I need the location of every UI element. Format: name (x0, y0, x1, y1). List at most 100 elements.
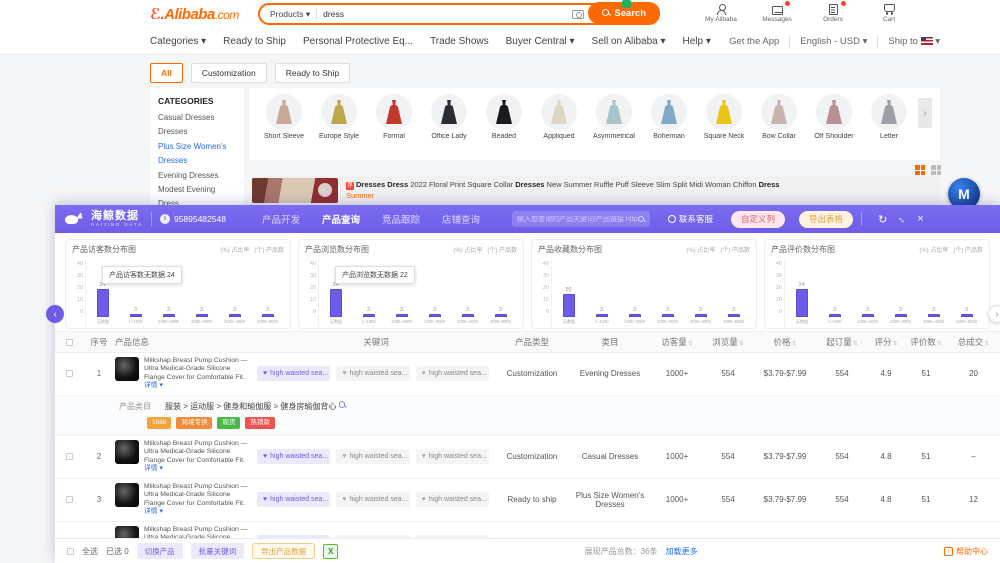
expand-icon[interactable]: ↔ (895, 212, 910, 227)
product-image[interactable] (115, 357, 139, 381)
carousel-item[interactable]: Office Lady (423, 94, 475, 140)
batch-keywords-button[interactable]: 批量关键词 (190, 543, 245, 559)
table-row[interactable]: 1 Milkshap Breast Pump Cushion — Ultra M… (55, 353, 1000, 396)
nav-item[interactable]: Categories ▾ (150, 36, 206, 47)
cart-button[interactable]: Cart (868, 1, 910, 23)
select-all-label[interactable]: 全选 (82, 546, 98, 557)
cell-rating: 4.8 (880, 452, 892, 462)
orders-button[interactable]: Orders (812, 1, 854, 23)
carousel-next-button[interactable]: › (918, 98, 932, 128)
keyword-chip[interactable]: ♥high waisted sea... (415, 492, 489, 508)
nav-item[interactable]: Buyer Central ▾ (506, 36, 575, 47)
promo-banner[interactable]: 荐 Dresses Dress 2022 Floral Print Square … (250, 176, 940, 205)
sidebar-item-plus-size[interactable]: Plus Size Women's Dresses (158, 140, 236, 169)
category-search-icon[interactable] (338, 400, 347, 409)
export-table-button[interactable]: 导出表格 (799, 210, 854, 228)
keyword-chip[interactable]: ♥high waisted sea... (336, 449, 410, 465)
row-checkbox[interactable] (65, 370, 73, 378)
keyword-chip[interactable]: ♥high waisted sea... (336, 492, 410, 508)
search-category-dropdown[interactable]: Products ▾ (260, 9, 316, 20)
carousel-item[interactable]: Asymmetrical (588, 94, 640, 140)
messages-button[interactable]: Messages (756, 1, 798, 23)
tab-ready-to-ship[interactable]: Ready to Ship (274, 63, 351, 83)
select-all-checkbox[interactable] (65, 338, 73, 346)
language-selector[interactable]: English - USD ▾ (800, 36, 867, 47)
sidebar-item-dresses[interactable]: Dresses (158, 125, 236, 139)
carousel-item[interactable]: Appliqued (533, 94, 585, 140)
customize-columns-button[interactable]: 自定义列 (731, 210, 786, 228)
product-image[interactable] (115, 439, 139, 464)
search-input[interactable] (317, 9, 573, 19)
panel-search-input[interactable] (517, 215, 639, 223)
load-more-link[interactable]: 加载更多 (666, 547, 698, 556)
charts-prev-button[interactable]: ‹ (46, 305, 64, 323)
col-moq-sort[interactable]: 起订量⇅ (817, 336, 867, 348)
carousel-item[interactable]: Formal (368, 94, 420, 140)
carousel-item[interactable]: Beaded (478, 94, 530, 140)
export-product-data-button[interactable]: 导出产品数据 (252, 543, 316, 559)
tab-shop-query[interactable]: 店铺查询 (442, 212, 480, 226)
footer-select-all-checkbox[interactable] (67, 547, 74, 555)
image-search-icon[interactable] (572, 9, 585, 19)
sidebar-item-casual-dresses[interactable]: Casual Dresses (158, 111, 236, 125)
tab-competitor-track[interactable]: 竞品跟踪 (382, 212, 420, 226)
carousel-item[interactable]: Off Shoulder (808, 94, 860, 140)
carousel-item[interactable]: Bow Collar (753, 94, 805, 140)
detail-link[interactable]: 详情 ▾ (144, 508, 163, 515)
search-icon[interactable] (638, 215, 645, 223)
tab-product-query[interactable]: 产品查询 (322, 212, 360, 226)
excel-export-icon[interactable]: X (323, 543, 339, 559)
tab-customization[interactable]: Customization (190, 63, 267, 83)
chart-tooltip: 产品访客数无数据 24 (102, 266, 182, 284)
keyword-chip[interactable]: ♥high waisted sea... (415, 449, 489, 465)
keyword-chip[interactable]: ♥high waisted sea... (336, 366, 410, 382)
carousel-item[interactable]: Europe Style (313, 94, 365, 140)
my-alibaba-button[interactable]: My Alibaba (700, 1, 742, 23)
carousel-item[interactable]: Square Neck (698, 94, 750, 140)
ship-to-selector[interactable]: Ship to ▾ (888, 36, 940, 47)
detail-link[interactable]: 详情 ▾ (144, 465, 163, 472)
carousel-item[interactable]: Letter (863, 94, 915, 140)
detail-link[interactable]: 详情 ▾ (144, 382, 163, 389)
table-row[interactable]: 3 Milkshap Breast Pump Cushion — Ultra M… (55, 479, 1000, 522)
col-reviews-sort[interactable]: 评价数⇅ (905, 336, 947, 348)
col-visitors-sort[interactable]: 访客量⇅ (651, 336, 703, 348)
col-views-sort[interactable]: 浏览量⇅ (703, 336, 753, 348)
close-icon[interactable]: × (917, 213, 923, 225)
list-view-icon[interactable] (931, 165, 941, 175)
nav-item[interactable]: Personal Protective Eq... (303, 36, 413, 47)
tab-all[interactable]: All (150, 63, 183, 83)
get-app-link[interactable]: Get the App (729, 36, 779, 47)
table-row[interactable]: 2 Milkshap Breast Pump Cushion — Ultra M… (55, 436, 1000, 479)
grid-view-icon[interactable] (915, 165, 925, 175)
nav-item[interactable]: Ready to Ship (223, 36, 286, 47)
col-price-sort[interactable]: 价格⇅ (753, 336, 817, 348)
row-checkbox[interactable] (65, 453, 73, 461)
nav-item[interactable]: Trade Shows (430, 36, 489, 47)
carousel-item[interactable]: Short Sleeve (258, 94, 310, 140)
table-row[interactable]: 4 Milkshap Breast Pump Cushion — Ultra M… (55, 522, 1000, 538)
keyword-chip[interactable]: ♥high waisted sea... (415, 366, 489, 382)
sidebar-item-evening-dresses[interactable]: Evening Dresses (158, 169, 236, 183)
product-image[interactable] (115, 482, 139, 507)
contact-support-link[interactable]: 联系客服 (668, 213, 713, 225)
row-checkbox[interactable] (65, 496, 73, 504)
switch-product-button[interactable]: 切换产品 (136, 543, 183, 559)
col-sales-sort[interactable]: 总成交⇅ (947, 336, 1000, 348)
keyword-chip[interactable]: ♥high waisted sea... (257, 366, 331, 382)
keyword-chip[interactable]: ♥high waisted sea... (257, 492, 331, 508)
tab-product-develop[interactable]: 产品开发 (262, 212, 300, 226)
carousel-thumb (596, 94, 632, 130)
keyword-chip[interactable]: ♥high waisted sea... (257, 449, 331, 465)
refresh-icon[interactable]: ↻ (878, 213, 887, 226)
charts-next-button[interactable]: › (988, 305, 1000, 323)
user-account[interactable]: i 95895482548 (159, 214, 226, 224)
help-center-link[interactable]: ↑ 帮助中心 (944, 546, 988, 557)
col-rating-sort[interactable]: 评分⇅ (867, 336, 905, 348)
nav-item[interactable]: Sell on Alibaba ▾ (592, 36, 666, 47)
product-image[interactable] (115, 525, 139, 538)
extension-pin-badge[interactable] (622, 0, 631, 8)
nav-item[interactable]: Help ▾ (683, 36, 711, 47)
carousel-item[interactable]: Bohemian (643, 94, 695, 140)
alibaba-logo[interactable]: ℰ.Alibaba.com (150, 5, 239, 23)
